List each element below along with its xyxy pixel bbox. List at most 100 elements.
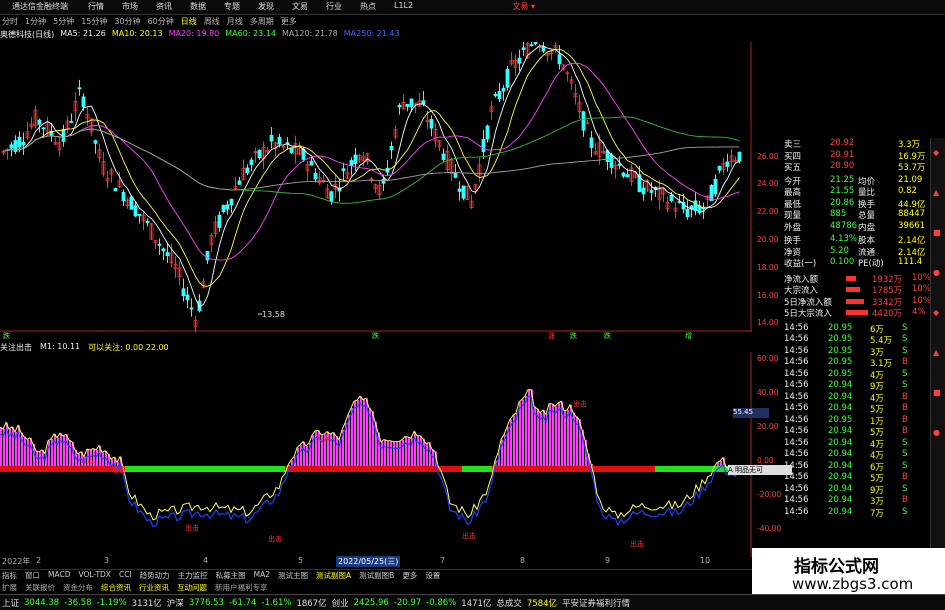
period-minute[interactable]: 分时 [0, 16, 20, 27]
total-value: 7584亿 [526, 598, 558, 609]
menu-topic[interactable]: 专题 [224, 1, 240, 12]
tab-more[interactable]: 更多 [400, 570, 419, 582]
tab-test-main[interactable]: 测试主图 [276, 570, 310, 582]
month-label: 3 [104, 556, 110, 565]
tool-icon[interactable]: ● [933, 428, 943, 438]
tab-new-user[interactable]: 新用户福利专享 [213, 582, 270, 593]
month-label: 4 [203, 556, 209, 565]
menu-market[interactable]: 市场 [122, 1, 138, 12]
indicator-bar [567, 410, 569, 468]
tab-ma2[interactable]: MA2 [252, 570, 272, 582]
tool-icon[interactable]: ■ [933, 228, 943, 238]
period-more[interactable]: 更多 [279, 16, 299, 27]
tab-monitor[interactable]: 主力监控 [176, 570, 210, 582]
quote-row: 大宗流入 1785万 10% [752, 284, 931, 296]
quote-cell: 20.95 [828, 322, 853, 333]
period-1min[interactable]: 1分钟 [23, 16, 48, 27]
tab-test-sub-a[interactable]: 测试副图A [314, 570, 353, 582]
quote-row: 换手 4.13% 股本 2.14亿 [752, 234, 930, 246]
indicator-bar [393, 441, 395, 468]
quote-cell: 5.20 [830, 245, 849, 256]
menu-hq[interactable]: 行情 [88, 1, 104, 12]
indicator-bar [558, 403, 560, 468]
tool-icon[interactable]: ▲ [933, 188, 943, 198]
indicator-band [0, 466, 125, 472]
tab-cci[interactable]: CCI [117, 570, 134, 582]
quote-cell: 外盘 [784, 222, 802, 233]
flow-bar [846, 275, 856, 281]
candle [77, 87, 82, 90]
candle [421, 100, 426, 105]
tab-private[interactable]: 私募主图 [214, 570, 248, 582]
candle [225, 204, 230, 210]
quote-cell: 48786 [830, 220, 858, 231]
menu-news[interactable]: 资讯 [156, 1, 172, 12]
quote-cell: 20.94 [828, 483, 853, 494]
tab-test-sub-b[interactable]: 测试副图B [357, 570, 396, 582]
candle [133, 205, 138, 217]
tab-window[interactable]: 窗口 [23, 570, 42, 582]
quote-row: 14:56 20.95 5.4万 S [752, 334, 930, 346]
indicator-bar [24, 436, 26, 468]
menu-industry[interactable]: 行业 [326, 1, 342, 12]
signal-row: 跌 跌 涨 跌 跌 增 [0, 331, 752, 341]
tab-vol[interactable]: VOL-TDX [76, 570, 112, 582]
period-15min[interactable]: 15分钟 [79, 16, 109, 27]
ma60-value: MA60: 23.14 [225, 29, 276, 38]
tool-icon[interactable]: ▲ [933, 348, 943, 358]
tool-icon[interactable]: ◆ [933, 148, 943, 158]
quote-cell: 换手 [784, 236, 802, 246]
trade-menu[interactable]: 文易 ▾ [512, 1, 535, 12]
indicator-bar [528, 389, 530, 468]
quote-cell: 9万 [870, 485, 884, 496]
period-month[interactable]: 月线 [225, 16, 245, 27]
quote-cell: 均价 [858, 176, 876, 187]
quote-cell: 3.3万 [898, 140, 921, 150]
sh-label[interactable]: 上证 [2, 597, 19, 609]
kline-chart[interactable]: 13.58 [0, 42, 752, 332]
tab-qa[interactable]: 互动问题 [175, 582, 209, 593]
menu-trade[interactable]: 文易 [292, 1, 308, 12]
tab-fund-dist[interactable]: 资金分布 [61, 582, 95, 593]
sz-label[interactable]: 沪深 [167, 597, 184, 609]
tab-extend[interactable]: 扩展 [0, 582, 19, 593]
tool-icon[interactable]: ■ [933, 388, 943, 398]
menu-discover[interactable]: 发现 [258, 1, 274, 12]
tab-trend[interactable]: 趋势动力 [138, 570, 172, 582]
period-week[interactable]: 周线 [202, 16, 222, 27]
period-5min[interactable]: 5分钟 [51, 16, 76, 27]
quote-row: 卖三 20.92 3.3万 [752, 138, 930, 150]
tab-related[interactable]: 关联报价 [23, 582, 57, 593]
menu-hot[interactable]: 热点 [360, 1, 376, 12]
tool-icon[interactable]: ● [933, 268, 943, 278]
tab-settings[interactable]: 设置 [423, 570, 442, 582]
quote-cell: 20.95 [828, 368, 853, 379]
quote-cell: 3万 [870, 347, 884, 358]
tab-indicator[interactable]: 指标 [0, 570, 19, 582]
quote-cell: 2.14亿 [898, 236, 926, 246]
menu-l1l2[interactable]: L1L2 [394, 1, 413, 12]
quote-cell: 6万 [870, 324, 884, 335]
side-toolbar[interactable]: ◆ ▲ ■ ● ◆ ▲ ■ ● [930, 138, 945, 578]
indicator-bar [555, 406, 557, 468]
quote-cell: S [902, 345, 908, 356]
candle [405, 103, 410, 107]
quote-cell: S [902, 368, 908, 379]
candle [485, 125, 490, 140]
menu-data[interactable]: 数据 [190, 1, 206, 12]
tab-news[interactable]: 综合资讯 [99, 582, 133, 593]
period-day[interactable]: 日线 [179, 16, 199, 27]
sh-value: 3044.38 [24, 597, 60, 608]
month-label: 8 [520, 556, 526, 565]
indicator-chart[interactable]: 出击出击出击出击出击出击 出击出击 [0, 352, 752, 557]
indicator-bar [417, 435, 419, 468]
period-30min[interactable]: 30分钟 [112, 16, 142, 27]
quote-cell: 3.1万 [870, 359, 893, 369]
cy-label[interactable]: 创业 [332, 597, 349, 609]
tool-icon[interactable]: ◆ [933, 308, 943, 318]
tab-macd[interactable]: MACD [46, 570, 72, 582]
period-60min[interactable]: 60分钟 [146, 16, 176, 27]
candle [501, 88, 506, 92]
period-multi[interactable]: 多周期 [248, 16, 276, 27]
tab-industry-news[interactable]: 行业资讯 [137, 582, 171, 593]
